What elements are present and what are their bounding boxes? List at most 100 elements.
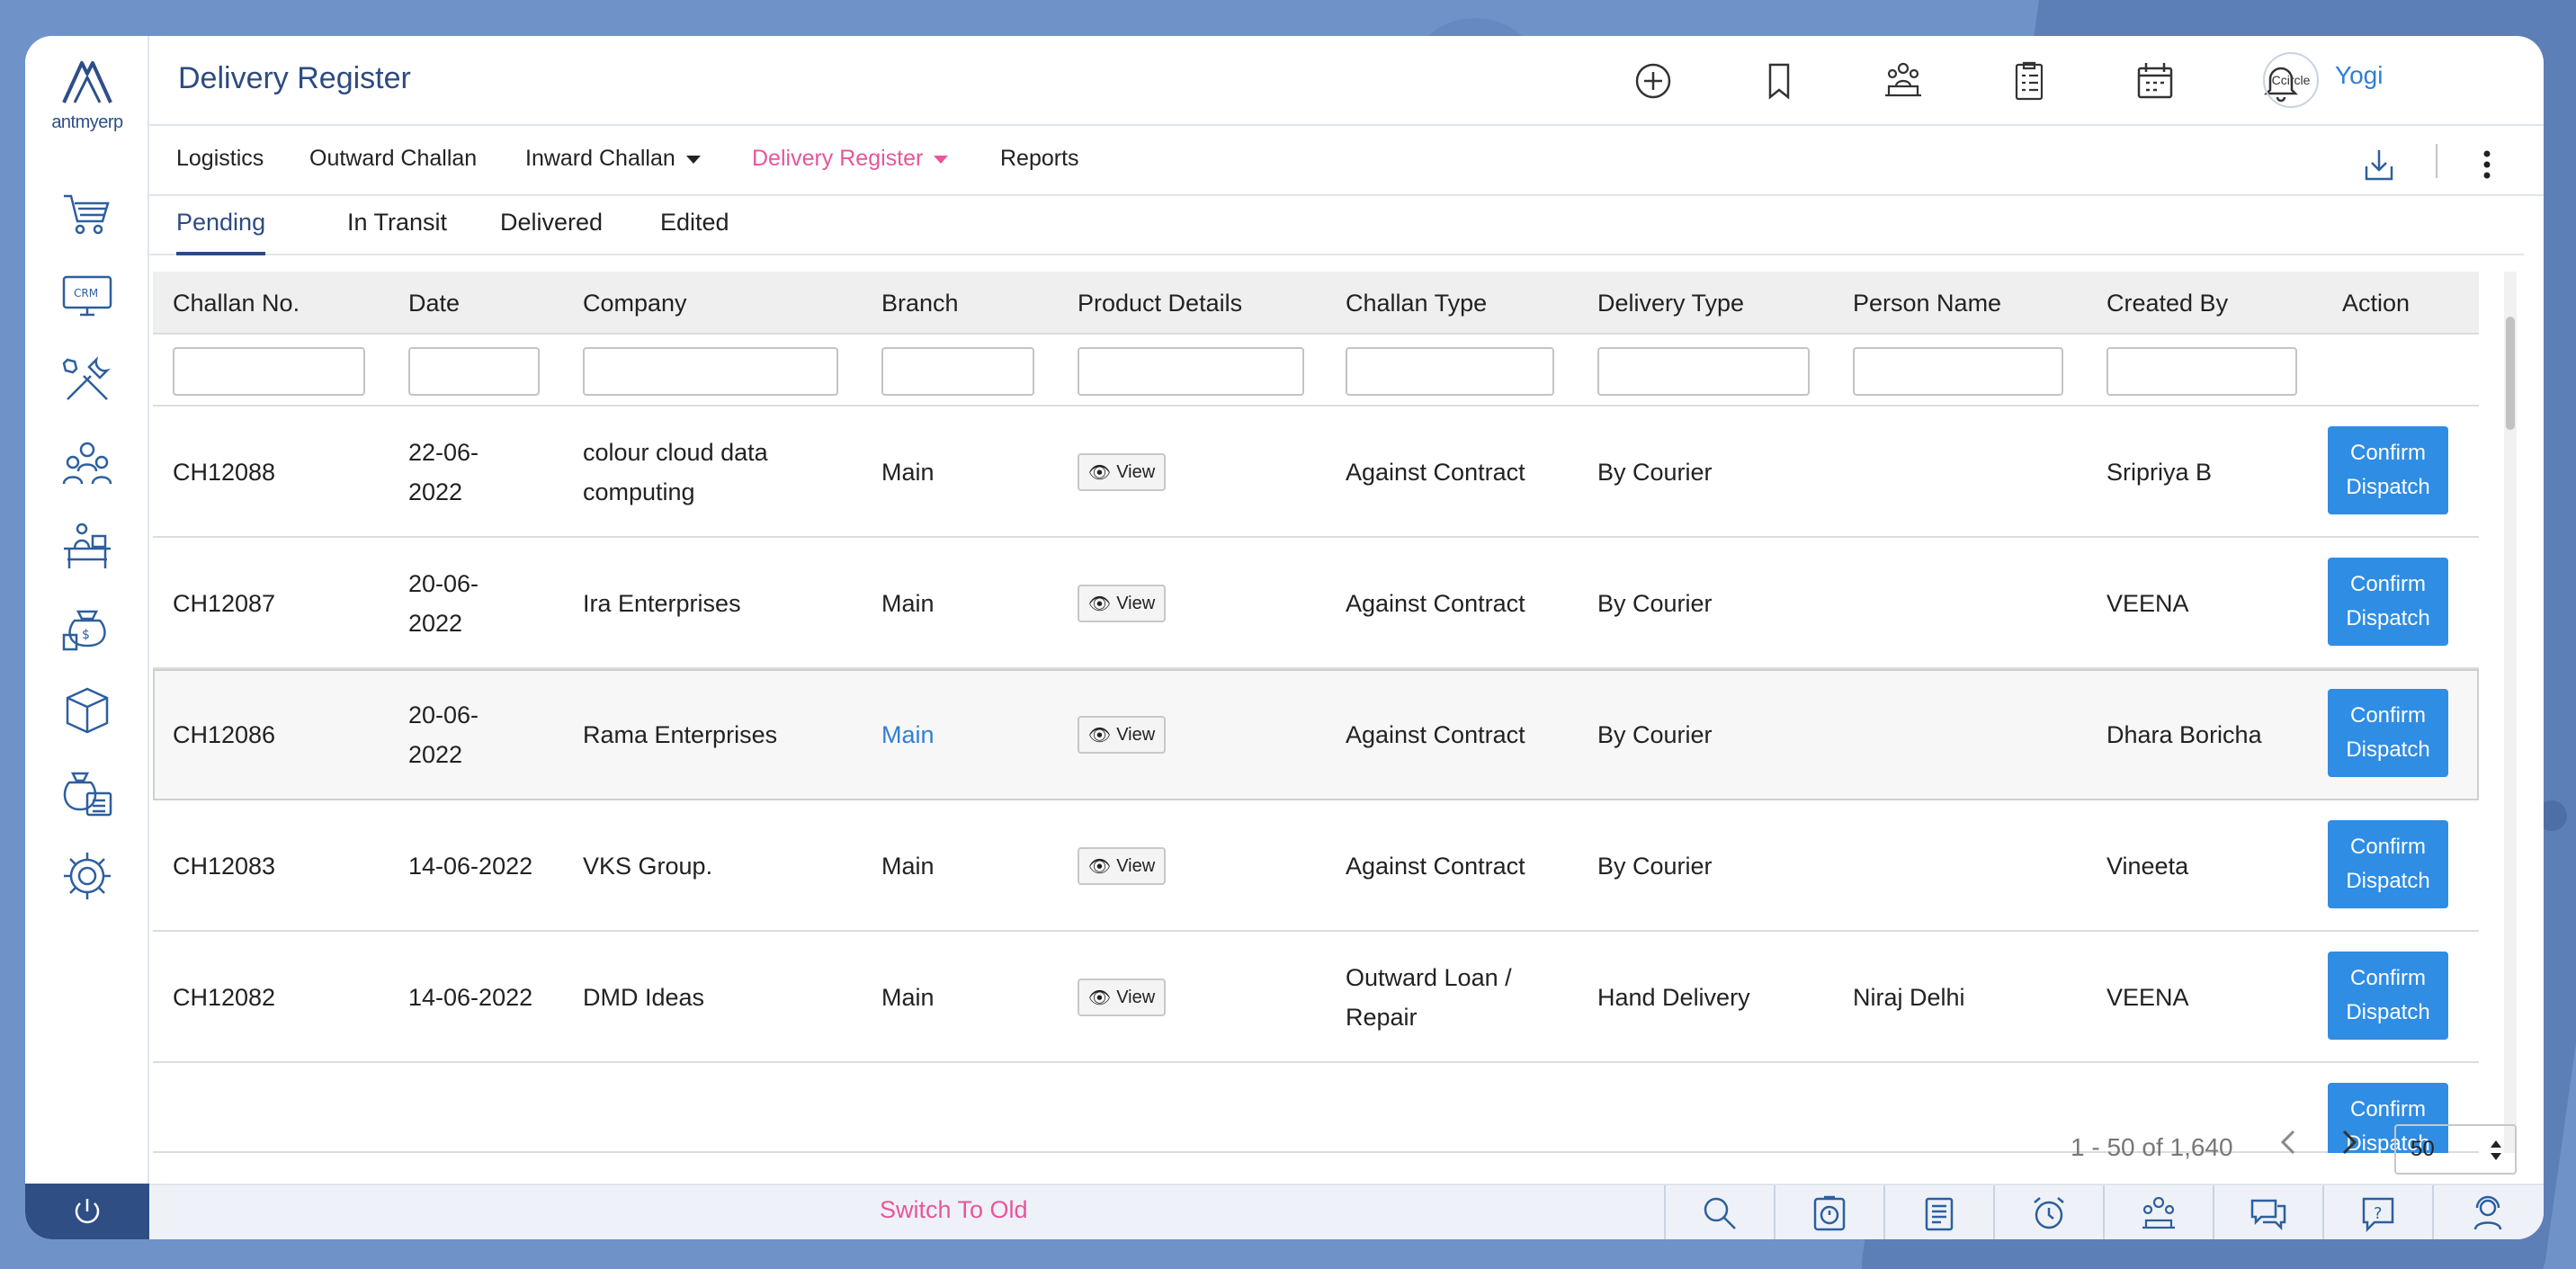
alarm-icon[interactable] <box>1993 1185 2103 1239</box>
column-header[interactable]: Created By <box>2106 290 2228 317</box>
date-cell: 22-06- <box>408 439 479 466</box>
confirm-dispatch-button[interactable]: Confirm Dispatch <box>2328 689 2448 777</box>
filter-date-input[interactable] <box>408 347 540 396</box>
company-cell: VKS Group. <box>583 853 713 880</box>
filter-delivery-type-input[interactable] <box>1597 347 1810 396</box>
next-page-icon[interactable] <box>2331 1124 2367 1160</box>
prev-page-icon[interactable] <box>2270 1124 2306 1160</box>
menu-reports[interactable]: Reports <box>1000 146 1079 172</box>
logo-text: antmyerp <box>51 112 123 132</box>
tools-icon[interactable] <box>58 351 116 408</box>
filter-challan-type-input[interactable] <box>1346 347 1554 396</box>
challan-number: CH12082 <box>173 984 276 1011</box>
column-header[interactable]: Challan Type <box>1346 290 1487 317</box>
help-icon[interactable]: ? <box>2322 1185 2432 1239</box>
add-icon[interactable] <box>1628 56 1678 106</box>
team-icon[interactable] <box>58 433 116 491</box>
stopwatch-icon[interactable] <box>1774 1185 1883 1239</box>
menu-delivery-register[interactable]: Delivery Register <box>752 146 949 172</box>
confirm-dispatch-button[interactable]: Confirm Dispatch <box>2328 820 2448 908</box>
column-header[interactable]: Branch <box>881 290 959 317</box>
user-name[interactable]: Yogi <box>2335 61 2383 90</box>
confirm-dispatch-button[interactable]: Confirm Dispatch <box>2328 952 2448 1040</box>
table-row[interactable]: CH12086 20-06- 2022 Rama Enterprises Mai… <box>153 669 2479 800</box>
table-row[interactable]: CH12083 14-06-2022 VKS Group. Main 👁 View… <box>153 800 2479 932</box>
avatar[interactable]: Ccircle <box>2263 52 2319 108</box>
switch-to-old-link[interactable]: Switch To Old <box>880 1196 1028 1224</box>
date-cell: 14-06-2022 <box>408 984 533 1011</box>
support-icon[interactable] <box>2432 1185 2542 1239</box>
logo[interactable]: antmyerp <box>43 58 131 147</box>
filter-product-input[interactable] <box>1078 347 1304 396</box>
menu-logistics[interactable]: Logistics <box>176 146 264 172</box>
view-button[interactable]: 👁 View <box>1078 979 1166 1016</box>
view-button[interactable]: 👁 View <box>1078 847 1166 885</box>
users-icon[interactable] <box>2103 1185 2213 1239</box>
column-header[interactable]: Delivery Type <box>1597 290 1744 317</box>
tab-edited[interactable]: Edited <box>660 209 729 255</box>
column-header[interactable]: Challan No. <box>173 290 300 317</box>
eye-icon: 👁 <box>1087 856 1112 877</box>
table-row[interactable]: CH12082 14-06-2022 DMD Ideas Main 👁 View … <box>153 932 2479 1063</box>
menu-outward-challan[interactable]: Outward Challan <box>309 146 477 172</box>
challan-type-cell: Against Contract <box>1346 459 1525 486</box>
column-header[interactable]: Company <box>583 290 687 317</box>
company-cell: computing <box>583 478 695 505</box>
checklist-icon[interactable] <box>2004 56 2054 106</box>
chat-icon[interactable] <box>2213 1185 2322 1239</box>
company-cell: Rama Enterprises <box>583 721 778 748</box>
eye-icon: 👁 <box>1087 594 1112 614</box>
company-cell: Ira Enterprises <box>583 590 741 617</box>
cart-icon[interactable] <box>58 185 116 243</box>
vertical-scrollbar[interactable] <box>2504 272 2517 1153</box>
box-icon[interactable] <box>58 682 116 739</box>
sidebar: antmyerp CRM $ <box>25 36 149 1239</box>
branch-cell: Main <box>881 459 935 486</box>
power-button[interactable] <box>25 1184 149 1239</box>
delivery-type-cell: By Courier <box>1597 721 1713 748</box>
calendar-icon[interactable] <box>2130 56 2180 106</box>
accounting-icon[interactable] <box>58 764 116 822</box>
more-options-icon[interactable] <box>2464 142 2509 187</box>
svg-text:CRM: CRM <box>74 287 98 299</box>
view-button[interactable]: 👁 View <box>1078 716 1166 754</box>
page-size-select[interactable]: 50 <box>2394 1124 2517 1175</box>
filter-company-input[interactable] <box>583 347 838 396</box>
tab-delivered[interactable]: Delivered <box>500 209 603 255</box>
filter-challan-input[interactable] <box>173 347 365 396</box>
notes-icon[interactable] <box>1883 1185 1993 1239</box>
branch-cell: Main <box>881 984 935 1011</box>
download-icon[interactable] <box>2357 142 2402 187</box>
app-window: antmyerp CRM $ Delivery Register Ccircle… <box>25 36 2544 1239</box>
filter-created-by-input[interactable] <box>2106 347 2297 396</box>
crm-icon[interactable]: CRM <box>58 268 116 326</box>
column-header: Action <box>2342 290 2411 317</box>
menu-inward-challan[interactable]: Inward Challan <box>525 146 701 172</box>
confirm-dispatch-button[interactable]: Confirm Dispatch <box>2328 558 2448 646</box>
filter-branch-input[interactable] <box>881 347 1034 396</box>
challan-type-cell: Against Contract <box>1346 721 1525 748</box>
search-icon[interactable] <box>1664 1185 1774 1239</box>
desk-icon[interactable] <box>58 516 116 574</box>
created-by-cell: VEENA <box>2106 984 2189 1011</box>
finance-icon[interactable]: $ <box>58 599 116 657</box>
table-row[interactable]: CH12088 22-06- 2022 colour cloud data co… <box>153 407 2479 538</box>
bookmark-icon[interactable] <box>1754 56 1804 106</box>
column-header[interactable]: Date <box>408 290 460 317</box>
table-row[interactable]: CH12087 20-06- 2022 Ira Enterprises Main… <box>153 538 2479 669</box>
column-header[interactable]: Person Name <box>1853 290 2001 317</box>
filter-person-input[interactable] <box>1853 347 2063 396</box>
meeting-icon[interactable] <box>1878 56 1928 106</box>
tab-pending[interactable]: Pending <box>176 209 266 255</box>
tab-in-transit[interactable]: In Transit <box>347 209 447 255</box>
delivery-type-cell: By Courier <box>1597 590 1713 617</box>
scrollbar-thumb[interactable] <box>2506 317 2515 430</box>
column-header[interactable]: Product Details <box>1078 290 1242 317</box>
view-button[interactable]: 👁 View <box>1078 453 1166 491</box>
topbar: Delivery Register Ccircle Yogi <box>149 36 2544 126</box>
view-button[interactable]: 👁 View <box>1078 585 1166 622</box>
branch-link[interactable]: Main <box>881 715 935 755</box>
settings-icon[interactable] <box>58 847 116 905</box>
chevron-down-icon <box>934 155 949 164</box>
confirm-dispatch-button[interactable]: Confirm Dispatch <box>2328 426 2448 514</box>
